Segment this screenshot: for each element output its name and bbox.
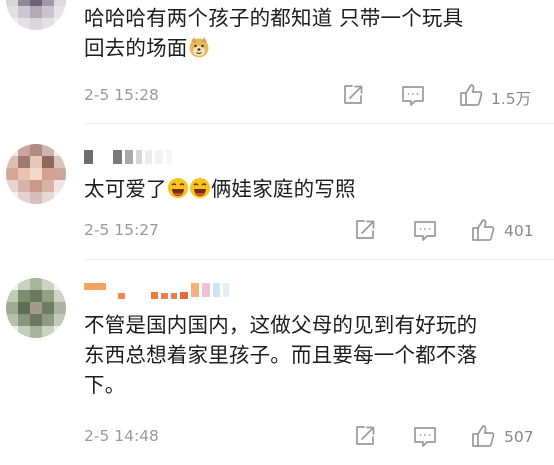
comment-item: 不管是国内国内，这做父母的见到有好玩的 东西总想着家里孩子。而且要每一个都不落 …	[0, 260, 554, 465]
like-count: 507	[504, 428, 534, 446]
comment-time: 2-5 14:48	[84, 427, 159, 445]
share-button[interactable]	[340, 82, 368, 110]
comment-time: 2-5 15:28	[84, 86, 159, 104]
share-icon	[344, 85, 363, 104]
reply-icon	[414, 221, 436, 241]
thumb-up-icon	[472, 219, 495, 241]
avatar[interactable]	[6, 144, 66, 204]
doge-emoji-icon	[188, 36, 210, 66]
thumb-up-icon	[460, 84, 483, 106]
like-count: 401	[504, 222, 534, 240]
like-button[interactable]	[458, 82, 486, 110]
comment-meta: 2-5 15:27 401	[84, 217, 544, 247]
avatar[interactable]	[6, 278, 66, 338]
avatar[interactable]	[6, 0, 66, 30]
comment-item: 太可爱了 俩娃家庭的写照 2-5 15:27 401	[0, 124, 554, 260]
laughing-emoji-icon	[167, 177, 189, 207]
share-icon	[356, 220, 375, 239]
comment-meta: 2-5 14:48 507	[84, 423, 544, 453]
username-masked[interactable]	[84, 281, 229, 299]
comment-time: 2-5 15:27	[84, 221, 159, 239]
like-button[interactable]	[470, 217, 498, 245]
share-button[interactable]	[352, 217, 380, 245]
comment-text: 哈哈哈有两个孩子的都知道 只带一个玩具 回去的场面	[84, 3, 544, 66]
thumb-up-icon	[472, 425, 495, 447]
comment-text: 不管是国内国内，这做父母的见到有好玩的 东西总想着家里孩子。而且要每一个都不落 …	[84, 313, 478, 397]
comment-text: 太可爱了 俩娃家庭的写照	[84, 174, 544, 207]
reply-icon	[402, 86, 424, 106]
reply-icon	[414, 427, 436, 447]
reply-button[interactable]	[412, 217, 440, 245]
reply-button[interactable]	[400, 82, 428, 110]
share-button[interactable]	[352, 423, 380, 451]
share-icon	[356, 426, 375, 445]
like-button[interactable]	[470, 423, 498, 451]
like-count: 1.5万	[491, 90, 532, 108]
comment-item: 哈哈哈有两个孩子的都知道 只带一个玩具 回去的场面 2-5 15:28 1.5万	[0, 0, 554, 124]
comment-meta: 2-5 15:28 1.5万	[84, 82, 544, 112]
username-masked[interactable]	[84, 148, 172, 166]
reply-button[interactable]	[412, 423, 440, 451]
laughing-emoji-icon	[189, 177, 211, 207]
